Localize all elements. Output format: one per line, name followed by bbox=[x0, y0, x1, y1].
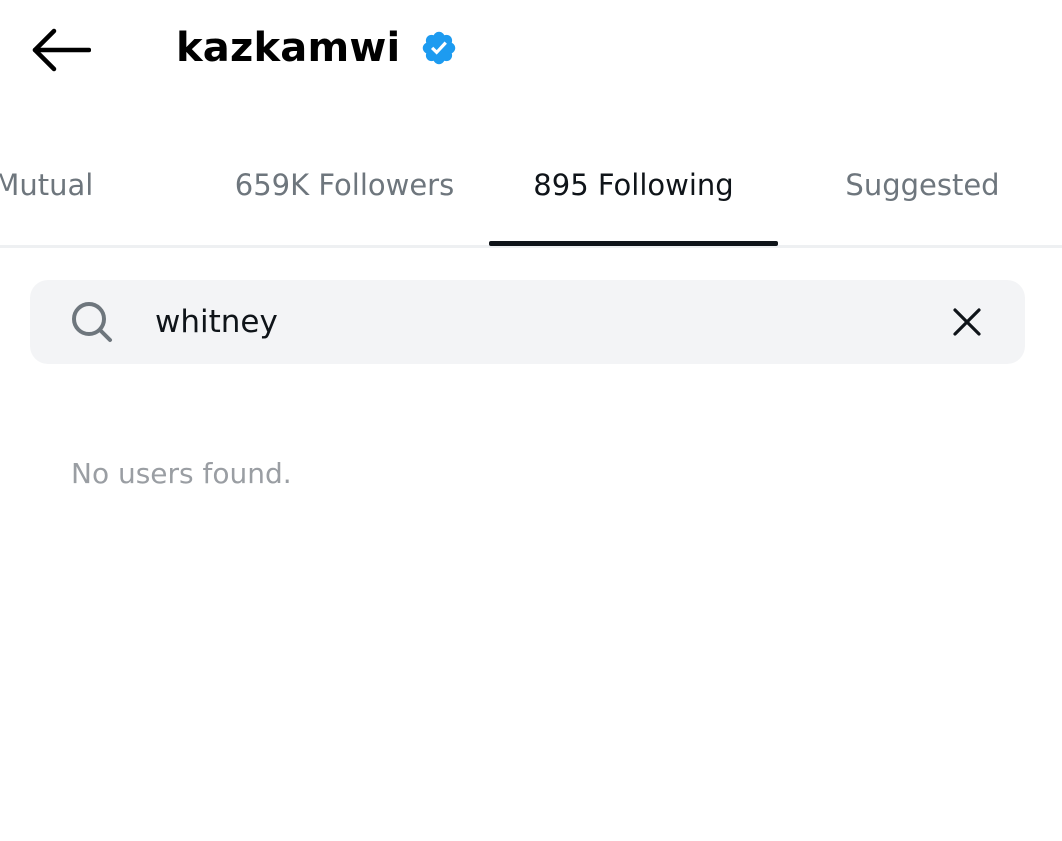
search-icon bbox=[72, 302, 112, 342]
header-bar: kazkamwi bbox=[0, 0, 1062, 100]
tab-label: 895 Following bbox=[533, 168, 734, 202]
active-tab-indicator bbox=[489, 241, 778, 246]
close-icon bbox=[953, 308, 981, 336]
search-input[interactable] bbox=[155, 294, 915, 350]
arrow-left-icon bbox=[32, 28, 91, 72]
search-box[interactable] bbox=[30, 280, 1025, 364]
tab-suggested[interactable]: Suggested bbox=[778, 140, 1062, 245]
back-button[interactable] bbox=[24, 20, 96, 80]
verified-badge-icon bbox=[420, 29, 458, 67]
tab-mutual[interactable]: 9 Mutual bbox=[0, 140, 180, 245]
tab-followers[interactable]: 659K Followers bbox=[200, 140, 489, 245]
tab-label: Suggested bbox=[845, 168, 1000, 202]
page-title: kazkamwi bbox=[176, 25, 401, 71]
profile-title: kazkamwi bbox=[176, 22, 458, 74]
clear-search-button[interactable] bbox=[947, 302, 987, 342]
empty-results-message: No users found. bbox=[71, 457, 292, 490]
tab-label: 9 Mutual bbox=[0, 168, 94, 202]
tab-label: 659K Followers bbox=[234, 168, 455, 202]
tab-following[interactable]: 895 Following bbox=[489, 140, 778, 245]
tab-bar: 9 Mutual 659K Followers 895 Following Su… bbox=[0, 140, 1062, 248]
